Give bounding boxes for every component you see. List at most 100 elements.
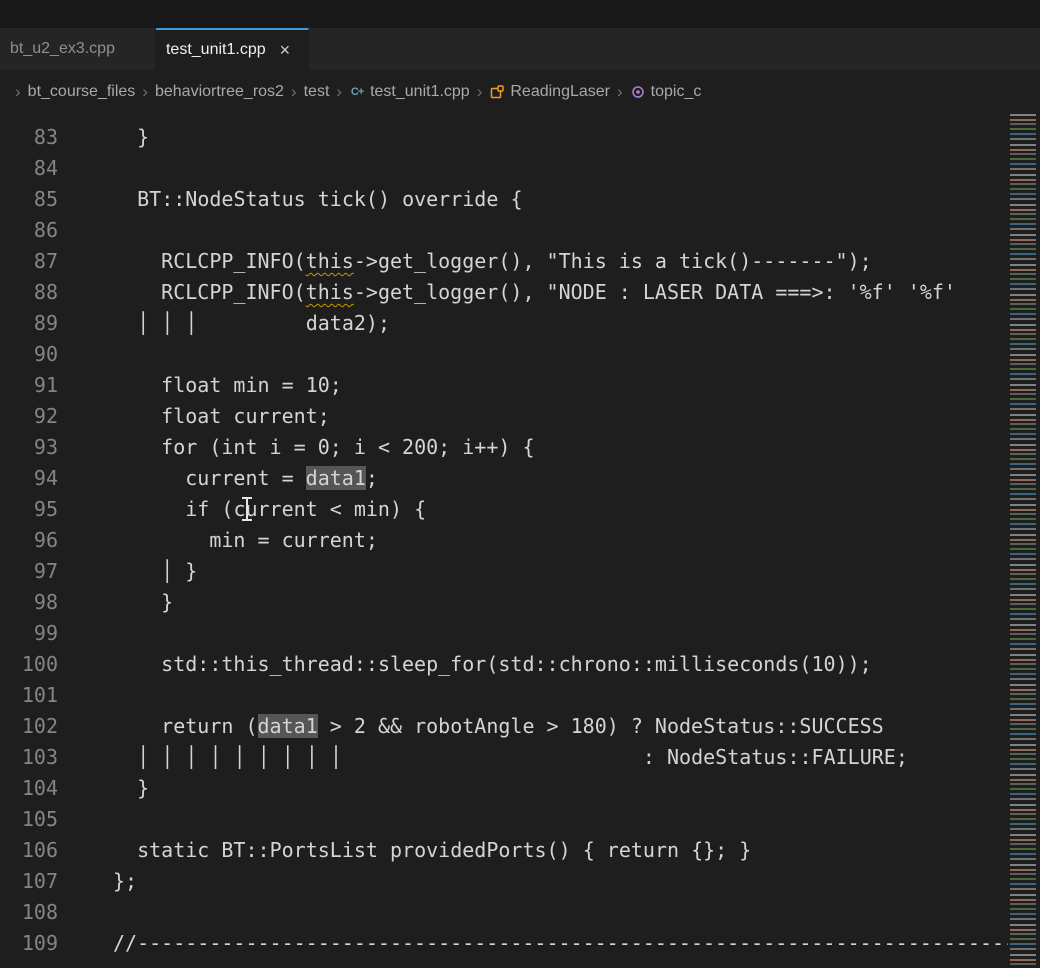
line-number: 85: [0, 184, 58, 215]
line-number: 102: [0, 711, 58, 742]
code-line[interactable]: 88 RCLCPP_INFO(this->get_logger(), "NODE…: [0, 277, 1008, 308]
chevron-right-icon: ›: [15, 82, 21, 102]
code-text: float current;: [58, 401, 330, 432]
breadcrumb-label: test: [304, 83, 330, 101]
code-line[interactable]: 94 current = data1;: [0, 463, 1008, 494]
line-number: 105: [0, 804, 58, 835]
tab-label: test_unit1.cpp: [166, 41, 266, 59]
symbol-method-icon: [630, 84, 646, 100]
tab-close-icon[interactable]: ×: [280, 41, 291, 59]
code-text: │ }: [58, 556, 197, 587]
code-line[interactable]: 101: [0, 680, 1008, 711]
breadcrumb-item-test-unit1[interactable]: C+ test_unit1.cpp: [349, 83, 470, 101]
breadcrumb-item-behaviortree-ros2[interactable]: behaviortree_ros2: [155, 83, 284, 101]
chevron-right-icon: ›: [291, 82, 297, 102]
code-text: BT::NodeStatus tick() override {: [58, 184, 522, 215]
code-line[interactable]: 105: [0, 804, 1008, 835]
code-line[interactable]: 86: [0, 215, 1008, 246]
line-number: 92: [0, 401, 58, 432]
line-number: 94: [0, 463, 58, 494]
code-text: current = data1;: [58, 463, 378, 494]
line-number: 104: [0, 773, 58, 804]
tab-bt-u2-ex3[interactable]: bt_u2_ex3.cpp: [0, 28, 156, 70]
line-number: 101: [0, 680, 58, 711]
code-line[interactable]: 89 │ │ │ data2);: [0, 308, 1008, 339]
code-text: RCLCPP_INFO(this->get_logger(), "This is…: [58, 246, 872, 277]
code-line[interactable]: 93 for (int i = 0; i < 200; i++) {: [0, 432, 1008, 463]
breadcrumb-item-bt-course-files[interactable]: bt_course_files: [28, 83, 136, 101]
code-line[interactable]: 97 │ }: [0, 556, 1008, 587]
title-bar: [0, 0, 1040, 28]
line-number: 98: [0, 587, 58, 618]
ibeam-mouse-cursor: [246, 498, 248, 520]
code-text: }: [58, 122, 149, 153]
code-text: │ │ │ data2);: [58, 308, 390, 339]
code-text: [58, 215, 113, 246]
line-number: 96: [0, 525, 58, 556]
breadcrumb-label: test_unit1.cpp: [370, 83, 470, 101]
code-text: [58, 680, 113, 711]
code-text: //--------------------------------------…: [58, 928, 1008, 959]
line-number: 91: [0, 370, 58, 401]
line-number: 90: [0, 339, 58, 370]
line-number: 107: [0, 866, 58, 897]
code-line[interactable]: 108: [0, 897, 1008, 928]
code-line[interactable]: 92 float current;: [0, 401, 1008, 432]
breadcrumb-item-test[interactable]: test: [304, 83, 330, 101]
code-line[interactable]: 91 float min = 10;: [0, 370, 1008, 401]
code-line[interactable]: 102 return (data1 > 2 && robotAngle > 18…: [0, 711, 1008, 742]
code-text: static BT::PortsList providedPorts() { r…: [58, 835, 751, 866]
code-text: [58, 804, 113, 835]
cpp-file-icon: C+: [349, 84, 365, 100]
tab-test-unit1[interactable]: test_unit1.cpp ×: [156, 28, 309, 70]
code-text: for (int i = 0; i < 200; i++) {: [58, 432, 535, 463]
code-line[interactable]: 83 }: [0, 122, 1008, 153]
minimap[interactable]: [1008, 114, 1040, 968]
chevron-right-icon: ›: [477, 82, 483, 102]
code-line[interactable]: 96 min = current;: [0, 525, 1008, 556]
line-number: 97: [0, 556, 58, 587]
code-line[interactable]: 103 │ │ │ │ │ │ │ │ │ : NodeStatus::FAIL…: [0, 742, 1008, 773]
line-number: 83: [0, 122, 58, 153]
line-number: 108: [0, 897, 58, 928]
line-number: 84: [0, 153, 58, 184]
code-text: float min = 10;: [58, 370, 342, 401]
line-number: 95: [0, 494, 58, 525]
chevron-right-icon: ›: [142, 82, 148, 102]
line-number: 106: [0, 835, 58, 866]
breadcrumb-label: ReadingLaser: [510, 83, 610, 101]
code-line[interactable]: 104 }: [0, 773, 1008, 804]
code-editor[interactable]: 83 }8485 BT::NodeStatus tick() override …: [0, 114, 1008, 968]
code-line[interactable]: 106 static BT::PortsList providedPorts()…: [0, 835, 1008, 866]
breadcrumb-label: behaviortree_ros2: [155, 83, 284, 101]
code-text: [58, 897, 113, 928]
line-number: 86: [0, 215, 58, 246]
breadcrumb-label: topic_c: [651, 83, 702, 101]
code-line[interactable]: 85 BT::NodeStatus tick() override {: [0, 184, 1008, 215]
code-line[interactable]: 87 RCLCPP_INFO(this->get_logger(), "This…: [0, 246, 1008, 277]
vscode-window: bt_u2_ex3.cpp test_unit1.cpp × › bt_cour…: [0, 0, 1040, 968]
breadcrumb-bar: › bt_course_files › behaviortree_ros2 › …: [0, 70, 1040, 114]
code-text: [58, 153, 113, 184]
code-line[interactable]: 84: [0, 153, 1008, 184]
code-line[interactable]: 109//-----------------------------------…: [0, 928, 1008, 959]
breadcrumb-label: bt_course_files: [28, 83, 136, 101]
code-text: return (data1 > 2 && robotAngle > 180) ?…: [58, 711, 884, 742]
line-number: 100: [0, 649, 58, 680]
symbol-class-icon: [489, 84, 505, 100]
code-text: std::this_thread::sleep_for(std::chrono:…: [58, 649, 872, 680]
code-line[interactable]: 99: [0, 618, 1008, 649]
breadcrumb-item-readinglaser[interactable]: ReadingLaser: [489, 83, 610, 101]
line-number: 87: [0, 246, 58, 277]
code-line[interactable]: 107};: [0, 866, 1008, 897]
code-text: min = current;: [58, 525, 378, 556]
code-line[interactable]: 90: [0, 339, 1008, 370]
code-line[interactable]: 100 std::this_thread::sleep_for(std::chr…: [0, 649, 1008, 680]
code-lines: 83 }8485 BT::NodeStatus tick() override …: [0, 122, 1008, 959]
line-number: 99: [0, 618, 58, 649]
breadcrumb-item-topic[interactable]: topic_c: [630, 83, 702, 101]
code-line[interactable]: 95 if (current < min) {: [0, 494, 1008, 525]
line-number: 93: [0, 432, 58, 463]
line-number: 88: [0, 277, 58, 308]
code-line[interactable]: 98 }: [0, 587, 1008, 618]
